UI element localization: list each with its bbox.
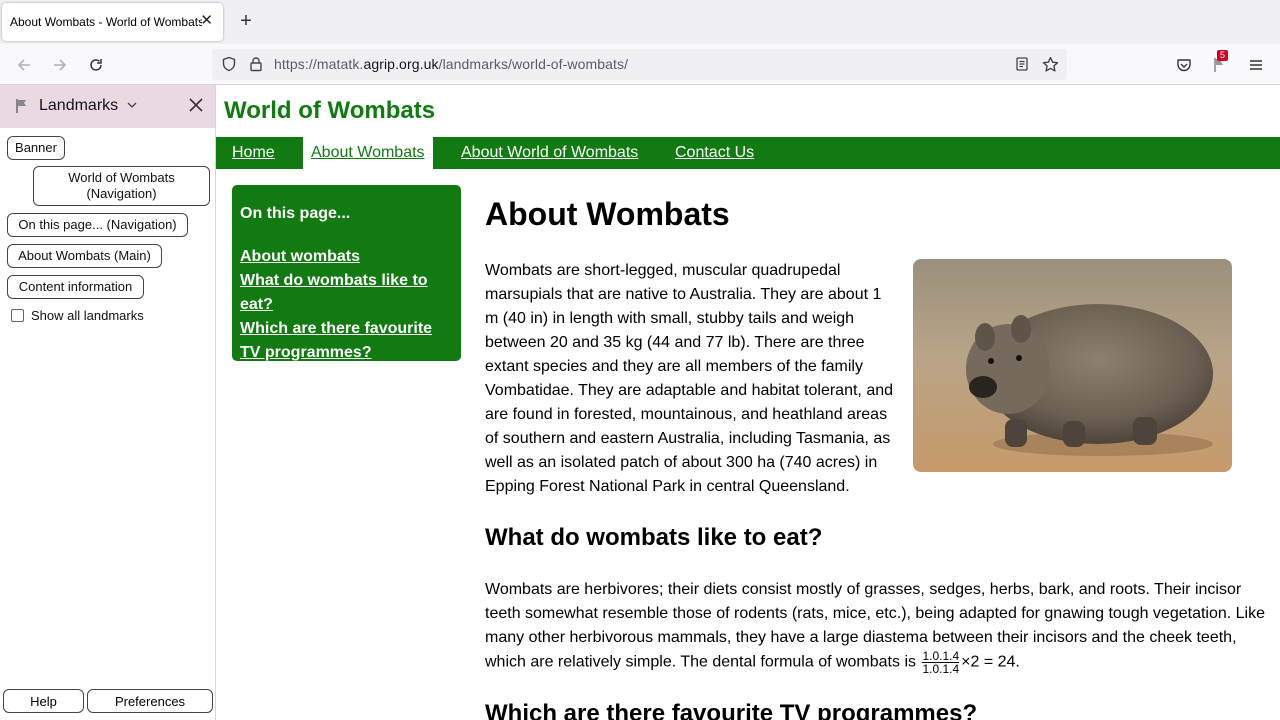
- navigation-toolbar: https://matatk.agrip.org.uk/landmarks/wo…: [0, 44, 1280, 85]
- show-all-landmarks-toggle[interactable]: Show all landmarks: [11, 308, 144, 323]
- site-navigation: Home About Wombats About World of Wombat…: [216, 137, 1280, 169]
- lock-icon[interactable]: [247, 55, 265, 73]
- landmark-on-this-page-button[interactable]: On this page... (Navigation): [7, 213, 188, 237]
- landmark-banner-button[interactable]: Banner: [7, 136, 65, 160]
- nav-about-world-link[interactable]: About World of Wombats: [461, 144, 638, 162]
- sidebar-header: Landmarks: [0, 85, 215, 128]
- eat-text: Wombats are herbivores; their diets cons…: [485, 581, 1266, 671]
- on-this-page-navigation: On this page... About wombats What do wo…: [232, 185, 461, 361]
- close-sidebar-icon[interactable]: [186, 95, 206, 115]
- pocket-icon[interactable]: [1173, 54, 1195, 76]
- landmark-site-navigation-button[interactable]: World of Wombats (Navigation): [33, 166, 210, 206]
- menu-icon[interactable]: [1245, 54, 1267, 76]
- reload-icon[interactable]: [85, 54, 107, 76]
- close-tab-icon[interactable]: ✕: [200, 13, 213, 29]
- nav-current-item: About Wombats: [303, 137, 433, 169]
- forward-icon[interactable]: [49, 54, 71, 76]
- show-all-label: Show all landmarks: [31, 308, 144, 323]
- preferences-button[interactable]: Preferences: [87, 689, 213, 713]
- eat-heading: What do wombats like to eat?: [485, 524, 823, 551]
- on-this-page-heading: On this page...: [240, 205, 351, 222]
- address-bar[interactable]: https://matatk.agrip.org.uk/landmarks/wo…: [212, 49, 1067, 80]
- dental-formula: 1.0.1.4 1.0.1.4: [922, 649, 960, 676]
- landmark-main-button[interactable]: About Wombats (Main): [7, 244, 162, 268]
- show-all-checkbox[interactable]: [11, 309, 24, 322]
- url-text: https://matatk.agrip.org.uk/landmarks/wo…: [274, 56, 629, 72]
- flag-icon: [14, 98, 30, 119]
- link-tv-programmes[interactable]: Which are there favourite TV programmes?: [240, 317, 453, 365]
- tab-bar: About Wombats - World of Wombats ✕ +: [0, 0, 1280, 44]
- new-tab-icon[interactable]: +: [236, 11, 256, 32]
- tv-heading: Which are there favourite TV programmes?: [485, 700, 978, 720]
- help-button[interactable]: Help: [3, 689, 84, 713]
- main-content: About Wombats Wombats are short-legged, …: [485, 185, 1265, 720]
- bookmark-star-icon[interactable]: [1041, 55, 1059, 73]
- wombat-photo: [913, 259, 1232, 472]
- web-page: World of Wombats Home About Wombats Abou…: [216, 85, 1280, 720]
- tab-active[interactable]: About Wombats - World of Wombats ✕: [2, 3, 223, 41]
- nav-contact-link[interactable]: Contact Us: [675, 144, 754, 162]
- tab-title: About Wombats - World of Wombats: [10, 15, 202, 29]
- landmarks-extension-icon[interactable]: 5: [1209, 50, 1231, 76]
- landmarks-sidebar: Landmarks Banner World of Wombats (Navig…: [0, 85, 216, 720]
- nav-home-link[interactable]: Home: [232, 144, 275, 162]
- link-about-wombats[interactable]: About wombats: [240, 245, 453, 269]
- link-what-they-eat[interactable]: What do wombats like to eat?: [240, 269, 453, 317]
- site-title: World of Wombats: [224, 97, 436, 124]
- back-icon[interactable]: [13, 54, 35, 76]
- sidebar-title[interactable]: Landmarks: [39, 97, 118, 115]
- landmark-content-info-button[interactable]: Content information: [7, 275, 144, 299]
- reader-view-icon[interactable]: [1013, 55, 1031, 73]
- page-heading: About Wombats: [485, 196, 730, 232]
- formula-tail: ×2 = 24.: [961, 653, 1020, 671]
- chevron-down-icon[interactable]: [127, 100, 137, 112]
- eat-paragraph: Wombats are herbivores; their diets cons…: [485, 578, 1265, 675]
- extension-badge: 5: [1217, 50, 1229, 61]
- nav-about-wombats-link[interactable]: About Wombats: [311, 144, 425, 162]
- shield-icon[interactable]: [220, 55, 238, 73]
